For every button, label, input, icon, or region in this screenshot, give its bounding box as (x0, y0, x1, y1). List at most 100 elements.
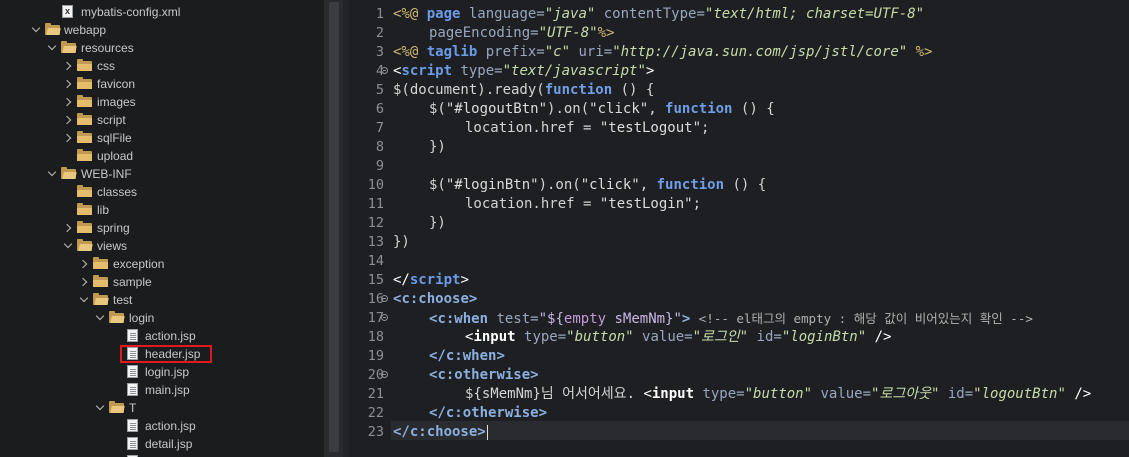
line-number: 23 (367, 424, 384, 440)
file-icon (127, 365, 138, 378)
code-token: ).on( (547, 101, 590, 117)
chevron-right-icon[interactable] (62, 223, 72, 233)
code-token: }) (429, 139, 446, 155)
tree-item-label: script (97, 113, 126, 127)
chevron-down-icon[interactable] (95, 311, 105, 321)
chevron-down-icon[interactable] (47, 41, 57, 51)
code-line-6: $("#logoutBtn").on("click", function () … (429, 100, 775, 119)
chevron-down-icon[interactable] (63, 239, 73, 249)
tree-item-label: detail.jsp (145, 437, 193, 451)
code-token: () { (612, 82, 655, 98)
code-editor[interactable]: 1 2 3 4 5 6 7 8 9 10 11 12 13 14 15 16 1… (349, 0, 1129, 457)
folder-icon (93, 275, 108, 287)
code-token: sMemNm}" (614, 311, 682, 327)
tree-item-label: spring (97, 221, 130, 235)
code-area[interactable]: <%@ page language="java" contentType="te… (393, 0, 1129, 457)
chevron-down-icon[interactable] (95, 401, 105, 411)
code-line-12: }) (429, 214, 446, 233)
fold-toggle-icon[interactable] (381, 371, 388, 378)
chevron-down-icon[interactable] (31, 23, 41, 33)
chevron-right-icon[interactable] (78, 277, 88, 287)
fold-toggle-icon[interactable] (381, 295, 388, 302)
line-number: 7 (375, 120, 384, 136)
folder-open-icon (45, 23, 61, 35)
tree-item-label: action.jsp (145, 329, 196, 343)
code-token: "text/javascript" (502, 63, 646, 79)
code-token: > (681, 311, 699, 327)
folder-icon (77, 221, 92, 233)
code-token: </ (429, 405, 446, 421)
tree-item-label: login.jsp (145, 365, 190, 379)
code-token: $( (429, 177, 446, 193)
code-token: value= (642, 329, 693, 345)
code-token: c:otherwise (437, 367, 531, 383)
code-token: "UTF-8" (538, 25, 598, 41)
line-number: 4 (375, 63, 384, 79)
tree-item-label: main.jsp (145, 383, 190, 397)
code-token: pageEncoding= (429, 25, 539, 41)
chevron-right-icon[interactable] (62, 115, 72, 125)
fold-toggle-icon[interactable] (381, 67, 388, 74)
code-line-13: }) (393, 233, 410, 252)
code-line-17: <c:when test="${empty sMemNm}"> <!-- el태… (429, 309, 1033, 328)
code-line-21: ${sMemNm}님 어서어세요. <input type="button" v… (465, 385, 1091, 404)
folder-icon (77, 203, 92, 215)
code-line-15: </script> (393, 271, 469, 290)
chevron-down-icon[interactable] (79, 293, 89, 303)
code-token: c:choose (401, 291, 469, 307)
line-number: 20 (367, 367, 384, 383)
line-number: 19 (367, 348, 384, 364)
code-token: "#logoutBtn" (445, 101, 548, 117)
scrollbar-thumb[interactable] (329, 2, 339, 452)
code-token: "#loginBtn" (445, 177, 539, 193)
line-number: 11 (367, 196, 384, 212)
code-line-11: location.href = "testLogin"; (465, 195, 701, 214)
chevron-right-icon[interactable] (78, 259, 88, 269)
code-line-16: <c:choose> (393, 290, 477, 309)
code-token: ).on( (538, 177, 581, 193)
line-number: 14 (367, 253, 384, 269)
tree-item-label: images (97, 95, 136, 109)
code-line-10: $("#loginBtn").on("click", function () { (429, 176, 766, 195)
code-token: <%@ (393, 44, 427, 60)
tree-item-label: WEB-INF (81, 167, 132, 181)
folder-open-icon (61, 167, 77, 179)
tree-item-label: sample (113, 275, 152, 289)
code-token: c:otherwise (445, 405, 539, 421)
line-number: 10 (367, 177, 384, 193)
tree-item-label: login (129, 311, 155, 325)
code-token: empty (563, 311, 615, 327)
code-token: id= (756, 329, 782, 345)
code-token: () { (732, 101, 775, 117)
line-number: 2 (375, 25, 384, 41)
code-token: %> (915, 44, 933, 60)
chevron-down-icon[interactable] (47, 167, 57, 177)
code-line-22: </c:otherwise> (429, 404, 547, 423)
chevron-right-icon[interactable] (62, 79, 72, 89)
code-token: }) (393, 234, 410, 250)
explorer-scrollbar[interactable] (325, 0, 343, 457)
code-token: uri= (578, 44, 613, 60)
folder-icon (77, 113, 92, 125)
code-token: > (538, 405, 548, 421)
folder-open-icon (61, 41, 77, 53)
code-token: c:choose (409, 424, 478, 440)
code-token: value= (820, 386, 872, 402)
folder-icon (77, 131, 92, 143)
code-token: > (530, 367, 539, 383)
line-number: 8 (375, 139, 384, 155)
chevron-right-icon[interactable] (62, 61, 72, 71)
code-token: }) (429, 215, 446, 231)
code-comment: <!-- el태그의 empty : 해당 값이 비어있는지 확인 --> (698, 311, 1033, 326)
text-caret (486, 424, 488, 440)
fold-toggle-icon[interactable] (381, 314, 388, 321)
code-line-3: <%@ taglib prefix="c" uri="http://java.s… (393, 43, 932, 62)
line-number-gutter: 1 2 3 4 5 6 7 8 9 10 11 12 13 14 15 16 1… (349, 0, 391, 457)
code-token: "button" (744, 386, 821, 402)
code-token: function (665, 101, 733, 117)
chevron-right-icon[interactable] (62, 97, 72, 107)
chevron-right-icon[interactable] (62, 133, 72, 143)
code-token: c:when (445, 348, 497, 364)
code-token: location.href = (465, 196, 600, 212)
code-token: input (473, 329, 525, 345)
